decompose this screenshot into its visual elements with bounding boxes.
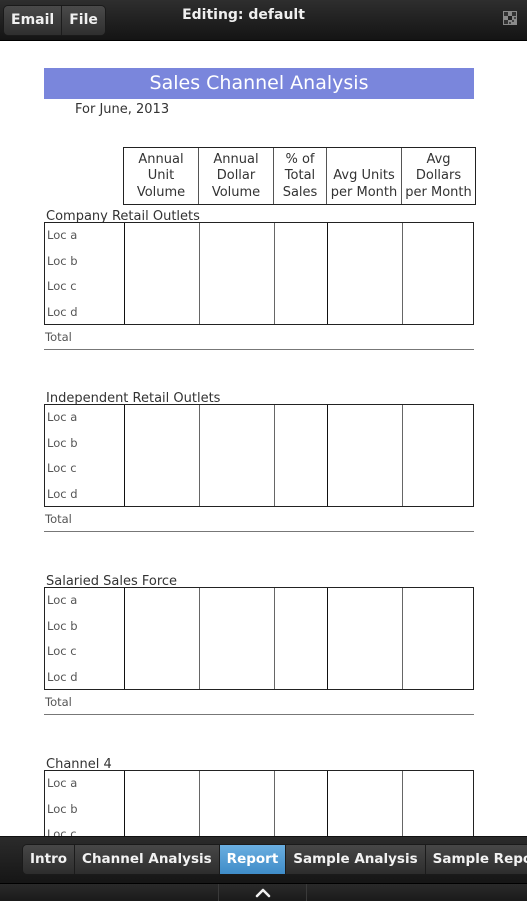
row-label: Loc c [47,644,77,658]
tab-sample-analysis[interactable]: Sample Analysis [285,845,424,874]
header-line: Dollar [216,168,256,183]
report-period: For June, 2013 [75,102,170,117]
total-label: Total [45,330,72,344]
data-cell[interactable] [199,223,274,324]
column-header-table: Annual Unit Volume Annual Dollar Volume % of… [123,147,476,205]
data-cell[interactable] [327,405,402,506]
row-label: Loc d [47,669,78,684]
expand-handle[interactable] [218,884,307,901]
header-line: Unit [147,168,175,183]
data-cell[interactable] [199,405,274,506]
row-label: Loc a [47,776,78,790]
row-labels-column: Loc a Loc b Loc c Loc d [45,223,124,324]
row-labels-column: Loc a Loc b Loc c Loc d [45,588,124,689]
editing-title: Editing: default [182,7,305,23]
header-line: Total [284,168,316,183]
top-action-bar: Email File Editing: default [0,0,527,41]
section-grid: Loc a Loc b Loc c Loc d [44,404,474,507]
row-label: Loc a [47,593,78,607]
row-label: Loc a [47,228,78,242]
data-cell[interactable] [402,588,473,689]
data-cell[interactable] [402,405,473,506]
tab-channel-analysis[interactable]: Channel Analysis [74,845,219,874]
data-cell[interactable] [199,588,274,689]
tab-intro[interactable]: Intro [23,845,74,874]
header-line: Sales [282,184,318,200]
header-line: per Month [330,184,398,200]
data-cell[interactable] [124,405,199,506]
header-line: Annual [138,151,184,167]
qr-code-icon[interactable] [503,11,517,25]
row-label: Loc c [47,461,77,475]
header-line: Avg Dollars [415,151,462,184]
header-line: Volume [136,184,186,200]
report-title-banner: Sales Channel Analysis [44,68,474,99]
tab-sample-report[interactable]: Sample Report [424,845,527,874]
section-grid: Loc a Loc b Loc c Loc d [44,587,474,690]
header-line: Avg Units [333,168,395,183]
sheet-tab-bar: Intro Channel Analysis Report Sample Ana… [0,836,527,884]
row-label: Loc d [47,304,78,319]
column-header: Avg Units per Month [326,148,401,204]
total-divider [44,349,474,350]
row-labels-column: Loc a Loc b Loc c Loc d [45,405,124,506]
header-line: per Month [405,184,472,200]
data-cell[interactable] [327,588,402,689]
column-header: Annual Dollar Volume [198,148,273,204]
row-label: Loc b [47,435,78,450]
total-label: Total [45,512,72,526]
row-label: Loc b [47,618,78,633]
section-grid: Loc a Loc b Loc c Loc d [44,222,474,325]
data-cell[interactable] [274,588,327,689]
row-label: Loc c [47,279,77,293]
data-cell[interactable] [274,223,327,324]
chevron-up-icon [255,888,270,897]
data-cell[interactable] [274,405,327,506]
column-header: Avg Dollars per Month [401,148,475,204]
row-label: Loc d [47,486,78,501]
data-cell[interactable] [402,223,473,324]
tab-report[interactable]: Report [218,845,286,874]
sheet-tabs: Intro Channel Analysis Report Sample Ana… [23,845,527,874]
bottom-handle-bar [0,883,527,901]
column-header: % of Total Sales [273,148,326,204]
column-header: Annual Unit Volume [124,148,198,204]
header-line: Volume [211,184,261,200]
data-cell[interactable] [124,223,199,324]
row-label: Loc a [47,410,78,424]
data-cell[interactable] [124,588,199,689]
total-divider [44,714,474,715]
row-label: Loc b [47,801,78,816]
header-line: Annual [213,151,259,167]
row-label: Loc b [47,253,78,268]
total-label: Total [45,695,72,709]
data-cell[interactable] [327,223,402,324]
total-divider [44,531,474,532]
header-line: % of [285,151,315,167]
